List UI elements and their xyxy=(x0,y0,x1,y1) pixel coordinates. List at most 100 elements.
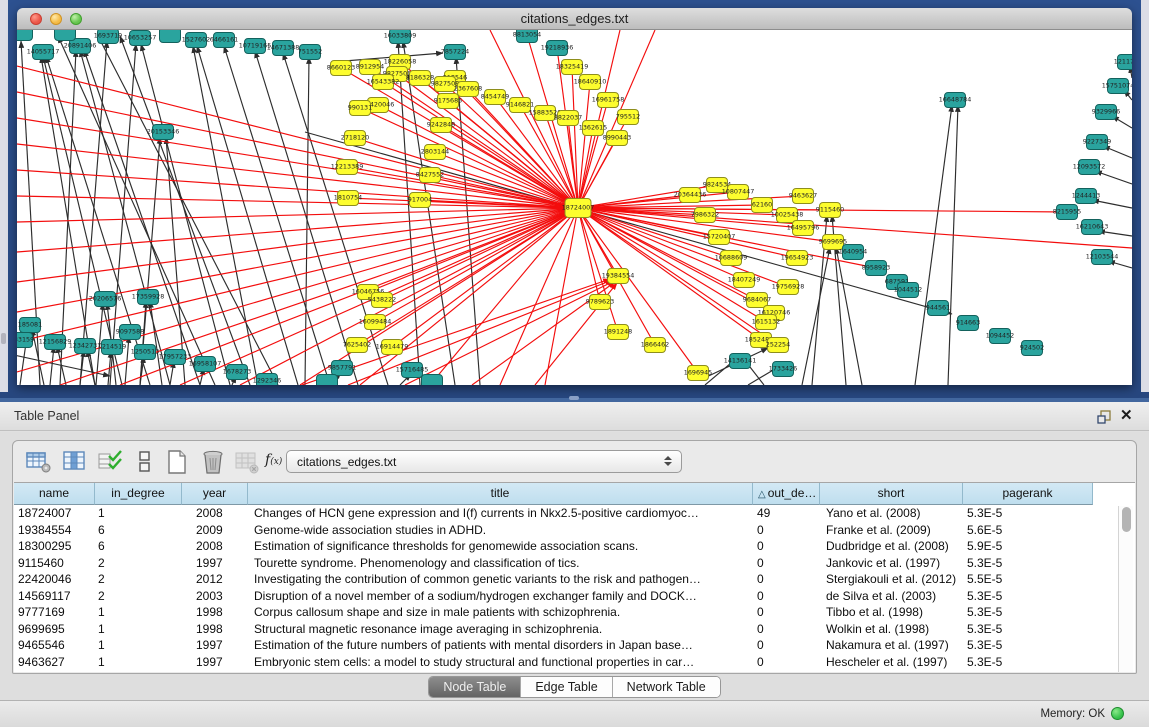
table-cell[interactable]: Tourette syndrome. Phenomenology and cla… xyxy=(248,555,753,572)
table-cell[interactable]: 9465546 xyxy=(14,637,95,654)
table-cell[interactable]: 5.5E-5 xyxy=(963,571,1093,588)
table-cell[interactable]: 9777169 xyxy=(14,604,95,621)
table-cell[interactable]: 0 xyxy=(753,522,820,539)
table-mode-icon[interactable] xyxy=(25,449,53,475)
minimize-window-button[interactable] xyxy=(50,13,62,25)
network-window-titlebar[interactable]: citations_edges.txt xyxy=(17,8,1132,30)
column-header-short[interactable]: short xyxy=(820,483,963,505)
table-cell[interactable]: 5.3E-5 xyxy=(963,555,1093,572)
table-cell[interactable]: 18300295 xyxy=(14,538,95,555)
table-row[interactable]: 969969511998Structural magnetic resonanc… xyxy=(14,621,1135,638)
tab-node-table[interactable]: Node Table xyxy=(429,677,521,697)
table-cell[interactable]: 5.6E-5 xyxy=(963,522,1093,539)
table-cell[interactable]: 5.3E-5 xyxy=(963,637,1093,654)
table-cell[interactable]: 18724007 xyxy=(14,505,95,522)
table-cell[interactable]: 19384554 xyxy=(14,522,95,539)
create-column-icon[interactable] xyxy=(163,449,191,475)
table-cell[interactable]: 6 xyxy=(95,538,182,555)
table-cell[interactable]: 0 xyxy=(753,621,820,638)
table-cell[interactable]: Estimation of the future numbers of pati… xyxy=(248,637,753,654)
table-cell[interactable]: Wolkin et al. (1998) xyxy=(820,621,963,638)
table-row[interactable]: 946554611997Estimation of the future num… xyxy=(14,637,1135,654)
table-cell[interactable]: 49 xyxy=(753,505,820,522)
tab-edge-table[interactable]: Edge Table xyxy=(521,677,612,697)
delete-columns-icon[interactable] xyxy=(199,449,227,475)
table-cell[interactable]: 2 xyxy=(95,588,182,605)
table-cell[interactable]: Tibbo et al. (1998) xyxy=(820,604,963,621)
close-panel-icon[interactable]: ✕ xyxy=(1120,406,1133,424)
select-rows-icon[interactable] xyxy=(97,449,125,475)
table-cell[interactable]: 1 xyxy=(95,654,182,671)
table-cell[interactable]: 2003 xyxy=(182,588,248,605)
table-cell[interactable]: 0 xyxy=(753,588,820,605)
table-row[interactable]: 946362711997Embryonic stem cells: a mode… xyxy=(14,654,1135,671)
scrollbar-thumb[interactable] xyxy=(1122,507,1131,532)
table-cell[interactable]: 0 xyxy=(753,555,820,572)
table-cell[interactable]: Hescheler et al. (1997) xyxy=(820,654,963,671)
table-cell[interactable]: 2008 xyxy=(182,538,248,555)
table-cell[interactable]: 2 xyxy=(95,571,182,588)
table-cell[interactable]: 1997 xyxy=(182,555,248,572)
table-cell[interactable]: Franke et al. (2009) xyxy=(820,522,963,539)
column-header-pagerank[interactable]: pagerank xyxy=(963,483,1093,505)
table-cell[interactable]: Corpus callosum shape and size in male p… xyxy=(248,604,753,621)
graph-node[interactable] xyxy=(317,375,338,386)
network-canvas[interactable]: 1872400786601238912954182260589827503818… xyxy=(17,30,1132,385)
table-cell[interactable]: 5.9E-5 xyxy=(963,538,1093,555)
network-table-selector[interactable]: citations_edges.txt xyxy=(286,450,682,473)
table-cell[interactable]: 9115460 xyxy=(14,555,95,572)
table-row[interactable]: 2242004622012Investigating the contribut… xyxy=(14,571,1135,588)
graph-node[interactable] xyxy=(160,30,181,43)
table-vertical-scrollbar[interactable] xyxy=(1118,506,1133,672)
column-header-out-de-[interactable]: △out_de… xyxy=(753,483,820,505)
tab-network-table[interactable]: Network Table xyxy=(613,677,720,697)
table-cell[interactable]: 1997 xyxy=(182,637,248,654)
close-window-button[interactable] xyxy=(30,13,42,25)
graph-node[interactable] xyxy=(17,30,33,41)
table-cell[interactable]: 2009 xyxy=(182,522,248,539)
table-row[interactable]: 1830029562008Estimation of significance … xyxy=(14,538,1135,555)
table-cell[interactable]: 22420046 xyxy=(14,571,95,588)
select-columns-icon[interactable] xyxy=(61,449,89,475)
table-cell[interactable]: 1 xyxy=(95,505,182,522)
zoom-window-button[interactable] xyxy=(70,13,82,25)
table-cell[interactable]: 1998 xyxy=(182,604,248,621)
table-cell[interactable]: 0 xyxy=(753,604,820,621)
table-cell[interactable]: 1998 xyxy=(182,621,248,638)
table-cell[interactable]: Yano et al. (2008) xyxy=(820,505,963,522)
graph-node[interactable] xyxy=(422,375,443,386)
table-cell[interactable]: 5.3E-5 xyxy=(963,588,1093,605)
table-cell[interactable]: Embryonic stem cells: a model to study s… xyxy=(248,654,753,671)
table-cell[interactable]: 0 xyxy=(753,538,820,555)
table-row[interactable]: 1872400712008Changes of HCN gene express… xyxy=(14,505,1135,522)
table-cell[interactable]: 14569117 xyxy=(14,588,95,605)
table-cell[interactable]: 6 xyxy=(95,522,182,539)
table-cell[interactable]: Dudbridge et al. (2008) xyxy=(820,538,963,555)
table-cell[interactable]: 5.3E-5 xyxy=(963,604,1093,621)
table-cell[interactable]: 1 xyxy=(95,637,182,654)
table-cell[interactable]: Structural magnetic resonance image aver… xyxy=(248,621,753,638)
graph-node[interactable] xyxy=(55,30,76,41)
table-row[interactable]: 1456911722003Disruption of a novel membe… xyxy=(14,588,1135,605)
table-row[interactable]: 977716911998Corpus callosum shape and si… xyxy=(14,604,1135,621)
table-cell[interactable]: 0 xyxy=(753,654,820,671)
column-header-year[interactable]: year xyxy=(182,483,248,505)
delete-table-icon[interactable] xyxy=(233,449,261,475)
table-cell[interactable]: Estimation of significance thresholds fo… xyxy=(248,538,753,555)
table-cell[interactable]: Stergiakouli et al. (2012) xyxy=(820,571,963,588)
column-header-in-degree[interactable]: in_degree xyxy=(95,483,182,505)
table-cell[interactable]: Genome-wide association studies in ADHD. xyxy=(248,522,753,539)
horizontal-splitter-handle[interactable] xyxy=(569,396,579,400)
column-header-name[interactable]: name xyxy=(14,483,95,505)
table-cell[interactable]: Investigating the contribution of common… xyxy=(248,571,753,588)
table-cell[interactable]: de Silva et al. (2003) xyxy=(820,588,963,605)
table-cell[interactable]: 2 xyxy=(95,555,182,572)
float-panel-icon[interactable] xyxy=(1096,409,1112,425)
table-row[interactable]: 911546021997Tourette syndrome. Phenomeno… xyxy=(14,555,1135,572)
table-cell[interactable]: Disruption of a novel member of a sodium… xyxy=(248,588,753,605)
table-cell[interactable]: 0 xyxy=(753,637,820,654)
table-cell[interactable]: Changes of HCN gene expression and I(f) … xyxy=(248,505,753,522)
table-cell[interactable]: 1 xyxy=(95,604,182,621)
table-row[interactable]: 1938455462009Genome-wide association stu… xyxy=(14,522,1135,539)
column-header-title[interactable]: title xyxy=(248,483,753,505)
